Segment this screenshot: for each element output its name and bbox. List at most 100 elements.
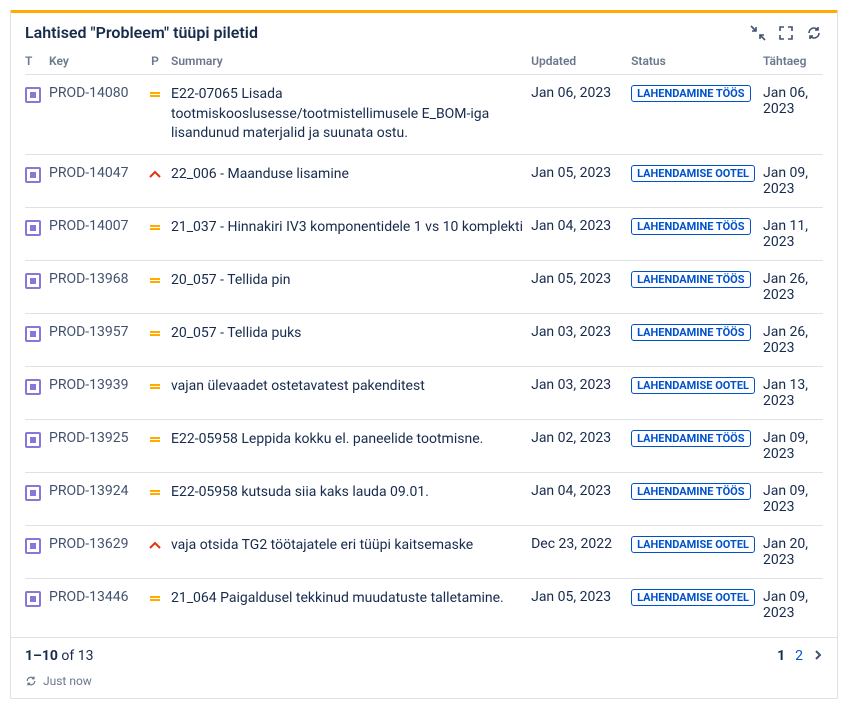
issue-summary-link[interactable]: 20_057 - Tellida pin (171, 272, 291, 288)
priority-medium-icon (148, 220, 162, 236)
pager-next-icon[interactable] (813, 648, 823, 664)
status-badge[interactable]: LAHENDAMINE TÖÖS (631, 483, 750, 500)
issue-type-icon[interactable] (25, 273, 41, 289)
refresh-status[interactable]: Just now (11, 668, 837, 698)
col-header-due[interactable]: Tähtaeg (763, 48, 823, 75)
col-header-priority[interactable]: P (147, 48, 171, 75)
priority-medium-icon (148, 273, 162, 289)
table-row: PROD-13629 vaja otsida TG2 töötajatele er… (25, 525, 823, 578)
issue-due: Jan 20, 2023 (763, 525, 823, 578)
table-row: PROD-14007 21_037 - Hinnakiri IV3 kompone… (25, 207, 823, 260)
status-badge[interactable]: LAHENDAMISE OOTEL (631, 536, 755, 553)
issue-type-icon[interactable] (25, 220, 41, 236)
issue-key-link[interactable]: PROD-13939 (49, 377, 129, 393)
expand-icon[interactable] (777, 24, 795, 42)
issue-updated: Dec 23, 2022 (531, 525, 631, 578)
issue-type-icon[interactable] (25, 485, 41, 501)
issue-due: Jan 09, 2023 (763, 472, 823, 525)
issue-key-link[interactable]: PROD-14007 (49, 218, 129, 234)
pager-page-current[interactable]: 1 (777, 648, 785, 664)
issue-type-icon[interactable] (25, 167, 41, 183)
filter-panel: Lahtised "Probleem" tüüpi piletid T Key … (10, 10, 838, 699)
col-header-key[interactable]: Key (49, 48, 147, 75)
issue-due: Jan 06, 2023 (763, 75, 823, 155)
priority-medium-icon (148, 591, 162, 607)
issue-due: Jan 09, 2023 (763, 419, 823, 472)
col-header-status[interactable]: Status (631, 48, 763, 75)
status-badge[interactable]: LAHENDAMINE TÖÖS (631, 271, 750, 288)
status-badge[interactable]: LAHENDAMINE TÖÖS (631, 324, 750, 341)
priority-medium-icon (148, 432, 162, 448)
issue-updated: Jan 05, 2023 (531, 578, 631, 631)
issue-summary-link[interactable]: vajan ülevaadet ostetavatest pakenditest (171, 378, 425, 394)
minimize-icon[interactable] (749, 24, 767, 42)
issue-due: Jan 26, 2023 (763, 313, 823, 366)
table-row: PROD-13925 E22-05958 Leppida kokku el. pa… (25, 419, 823, 472)
pager: 1 2 (777, 648, 823, 664)
status-badge[interactable]: LAHENDAMINE TÖÖS (631, 430, 750, 447)
issue-summary-link[interactable]: 22_006 - Maanduse lisamine (171, 166, 349, 182)
issue-summary-link[interactable]: 20_057 - Tellida puks (171, 325, 301, 341)
issue-updated: Jan 03, 2023 (531, 313, 631, 366)
table-row: PROD-13924 E22-05958 kutsuda siia kaks la… (25, 472, 823, 525)
issue-due: Jan 09, 2023 (763, 578, 823, 631)
issue-type-icon[interactable] (25, 379, 41, 395)
priority-high-icon (148, 538, 162, 554)
issue-type-icon[interactable] (25, 591, 41, 607)
col-header-type[interactable]: T (25, 48, 49, 75)
issue-key-link[interactable]: PROD-13968 (49, 271, 129, 287)
issue-type-icon[interactable] (25, 326, 41, 342)
table-footer: 1–10 of 13 1 2 (11, 637, 837, 668)
pager-page-next[interactable]: 2 (795, 648, 803, 664)
row-total: 13 (78, 648, 94, 664)
issue-type-icon[interactable] (25, 87, 41, 103)
issue-key-link[interactable]: PROD-13925 (49, 430, 129, 446)
issue-summary-link[interactable]: vaja otsida TG2 töötajatele eri tüüpi ka… (171, 537, 473, 553)
row-count: 1–10 of 13 (25, 648, 94, 664)
issue-updated: Jan 02, 2023 (531, 419, 631, 472)
priority-medium-icon (148, 326, 162, 342)
issue-summary-link[interactable]: E22-07065 Lisada tootmiskooslusesse/toot… (171, 86, 489, 141)
issue-updated: Jan 04, 2023 (531, 472, 631, 525)
issue-key-link[interactable]: PROD-14047 (49, 165, 129, 181)
table-header-row: T Key P Summary Updated Status Tähtaeg (25, 48, 823, 75)
table-row: PROD-13968 20_057 - Tellida pin Jan 05, 20… (25, 260, 823, 313)
panel-title: Lahtised "Probleem" tüüpi piletid (25, 23, 258, 42)
issue-updated: Jan 04, 2023 (531, 207, 631, 260)
status-badge[interactable]: LAHENDAMISE OOTEL (631, 377, 755, 394)
issue-key-link[interactable]: PROD-14080 (49, 85, 129, 101)
table-row: PROD-14080 E22-07065 Lisada tootmiskooslu… (25, 75, 823, 155)
col-header-updated[interactable]: Updated (531, 48, 631, 75)
priority-medium-icon (148, 485, 162, 501)
issue-key-link[interactable]: PROD-13924 (49, 483, 129, 499)
issues-table: T Key P Summary Updated Status Tähtaeg P… (25, 48, 823, 631)
status-badge[interactable]: LAHENDAMISE OOTEL (631, 165, 755, 182)
issue-summary-link[interactable]: E22-05958 kutsuda siia kaks lauda 09.01. (171, 484, 429, 500)
of-label: of (61, 648, 74, 664)
issue-key-link[interactable]: PROD-13629 (49, 536, 129, 552)
panel-header: Lahtised "Probleem" tüüpi piletid (11, 13, 837, 48)
issue-due: Jan 11, 2023 (763, 207, 823, 260)
status-badge[interactable]: LAHENDAMINE TÖÖS (631, 218, 750, 235)
table-row: PROD-1404722_006 - Maanduse lisamineJan … (25, 154, 823, 207)
col-header-summary[interactable]: Summary (171, 48, 531, 75)
issue-key-link[interactable]: PROD-13446 (49, 589, 129, 605)
issue-type-icon[interactable] (25, 538, 41, 554)
issue-summary-link[interactable]: E22-05958 Leppida kokku el. paneelide to… (171, 431, 483, 447)
issue-updated: Jan 06, 2023 (531, 75, 631, 155)
refresh-label: Just now (43, 674, 92, 688)
issue-key-link[interactable]: PROD-13957 (49, 324, 129, 340)
status-badge[interactable]: LAHENDAMISE OOTEL (631, 589, 755, 606)
issue-updated: Jan 03, 2023 (531, 366, 631, 419)
priority-medium-icon (148, 87, 162, 103)
panel-controls (749, 24, 823, 42)
refresh-icon[interactable] (805, 24, 823, 42)
issue-updated: Jan 05, 2023 (531, 260, 631, 313)
issue-summary-link[interactable]: 21_064 Paigaldusel tekkinud muudatuste t… (171, 590, 504, 606)
status-badge[interactable]: LAHENDAMINE TÖÖS (631, 85, 750, 102)
issue-summary-link[interactable]: 21_037 - Hinnakiri IV3 komponentidele 1 … (171, 219, 523, 235)
issue-due: Jan 26, 2023 (763, 260, 823, 313)
priority-medium-icon (148, 379, 162, 395)
issue-type-icon[interactable] (25, 432, 41, 448)
row-range: 1–10 (25, 648, 58, 664)
